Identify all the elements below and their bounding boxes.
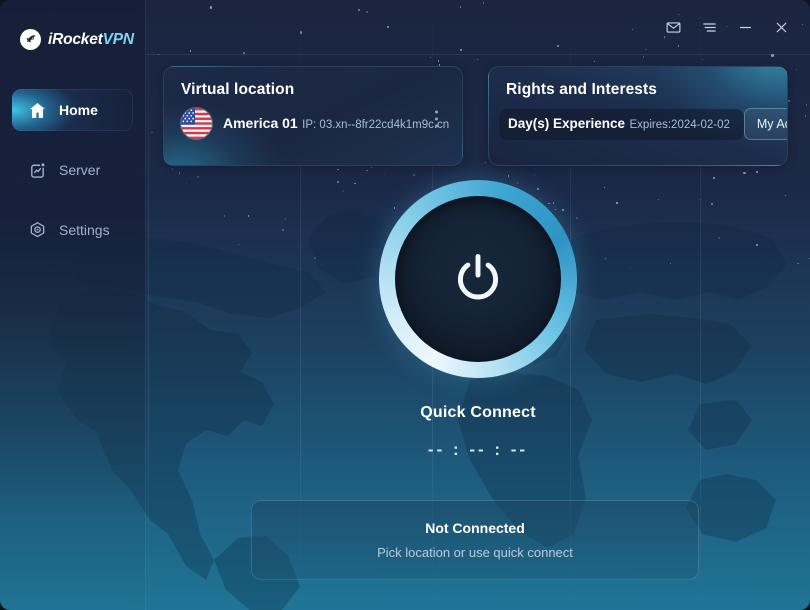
server-icon [26, 159, 48, 181]
sidebar-item-label: Server [59, 162, 100, 178]
close-icon[interactable] [766, 14, 796, 42]
rocket-icon [20, 29, 41, 50]
sidebar-item-settings[interactable]: Settings [12, 209, 133, 251]
connection-status-panel[interactable]: Not Connected Pick location or use quick… [251, 500, 699, 580]
status-title: Not Connected [425, 520, 525, 536]
rights-body: Day(s) Experience Expires:2024-02-02 My … [499, 108, 773, 140]
server-ip: IP: 03.xn--8fr22cd4k1m9c.cn [302, 119, 449, 131]
plan-info: Day(s) Experience Expires:2024-02-02 [499, 109, 744, 140]
us-flag-icon [181, 108, 212, 139]
sidebar-item-label: Home [59, 102, 98, 118]
home-icon [26, 99, 48, 121]
minimize-icon[interactable] [730, 14, 760, 42]
sidebar: iRocketVPN Home [0, 0, 146, 610]
logo-text-primary: iRocket [48, 31, 103, 48]
virtual-location-card[interactable]: Virtual location [163, 66, 463, 166]
plan-expiry: Expires:2024-02-02 [630, 119, 730, 131]
mail-icon[interactable] [658, 14, 688, 42]
status-subtitle: Pick location or use quick connect [377, 545, 573, 560]
rights-title: Rights and Interests [489, 67, 787, 99]
sidebar-nav: Home Server [0, 89, 145, 251]
logo-text-accent: VPN [103, 31, 134, 48]
title-bar [146, 0, 810, 55]
plan-name: Day(s) Experience [508, 116, 625, 131]
app-logo-text: iRocketVPN [48, 31, 134, 49]
menu-icon[interactable] [694, 14, 724, 42]
connection-timer: -- : -- : -- [428, 440, 528, 460]
virtual-location-body: America 01 IP: 03.xn--8fr22cd4k1m9c.cn [164, 99, 462, 139]
sidebar-item-server[interactable]: Server [12, 149, 133, 191]
dot [435, 118, 438, 121]
app-window: iRocketVPN Home [0, 0, 810, 610]
sidebar-item-home[interactable]: Home [12, 89, 133, 131]
dot [435, 125, 438, 128]
rights-and-interests-card: Rights and Interests Day(s) Experience E… [488, 66, 788, 166]
virtual-location-title: Virtual location [164, 67, 462, 99]
virtual-location-text: America 01 IP: 03.xn--8fr22cd4k1m9c.cn [223, 115, 449, 133]
server-name: America 01 [223, 115, 298, 131]
quick-connect-label: Quick Connect [420, 404, 536, 422]
settings-icon [26, 219, 48, 241]
connect-area: Quick Connect -- : -- : -- [146, 180, 810, 460]
more-options-icon[interactable] [431, 107, 442, 132]
my-account-button[interactable]: My Account [744, 108, 788, 140]
app-logo: iRocketVPN [0, 0, 145, 55]
dot [435, 111, 438, 114]
power-button[interactable] [379, 180, 577, 378]
sidebar-item-label: Settings [59, 222, 110, 238]
